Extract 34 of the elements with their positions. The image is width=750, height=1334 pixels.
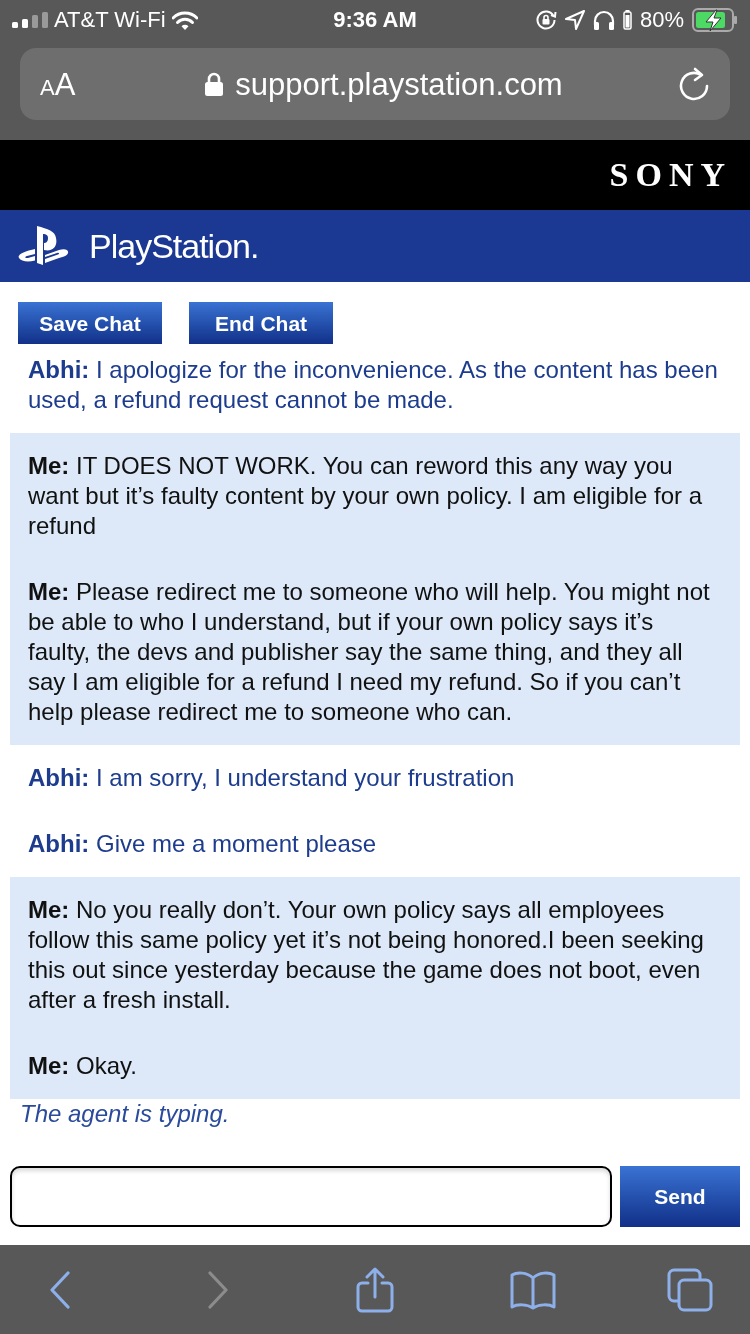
carrier-text: AT&T Wi-Fi <box>54 9 166 31</box>
headphones-icon <box>592 10 615 30</box>
location-arrow-icon <box>564 10 585 30</box>
tabs-icon <box>667 1267 713 1312</box>
typing-status-text: The agent is typing. <box>20 1099 230 1129</box>
message-input[interactable] <box>10 1166 612 1227</box>
open-book-icon <box>508 1269 557 1310</box>
wifi-icon <box>171 10 198 30</box>
reload-icon[interactable] <box>678 67 710 101</box>
user-message: Me: Please redirect me to someone who will help. You might not be able to who I understand, but if your own policy says it’s faulty, the devs and publisher say the same thing, and they all say I am eligible for a refund I need my refund. So if you can’t help please redirect me to someone who can. <box>28 577 711 727</box>
user-message: Me: IT DOES NOT WORK. You can reword this any way you want but it’s faulty content by your own policy. I am eligible for a refund <box>28 451 704 541</box>
agent-message: Abhi: I am sorry, I understand your frustration <box>28 763 516 793</box>
agent-message: Abhi: I apologize for the inconvenience. As the content has been used, a refund request cannot be made. <box>28 355 719 415</box>
text-size-button[interactable]: AA <box>40 68 100 100</box>
url-text: support.playstation.com <box>235 68 563 100</box>
battery-percent-text: 80% <box>639 9 684 31</box>
chevron-right-icon <box>206 1270 229 1309</box>
user-message: Me: No you really don’t. Your own policy says all employees follow this same policy yet it’s not being honored.I been seeking this out since yesterday because the game does not boot, even after a fresh install. <box>28 895 705 1015</box>
share-icon <box>355 1266 395 1313</box>
agent-message: Abhi: Give me a moment please <box>28 829 378 859</box>
battery-charging-icon <box>692 8 738 32</box>
send-button[interactable]: Send <box>620 1166 740 1227</box>
chevron-left-icon <box>49 1270 71 1309</box>
chat-action-button[interactable]: End Chat <box>189 302 333 344</box>
site-logo-text: PlayStation. <box>89 229 259 263</box>
lock-icon <box>205 72 224 96</box>
user-message: Me: Okay. <box>28 1051 138 1081</box>
chat-action-button[interactable]: Save Chat <box>18 302 162 344</box>
signal-icon <box>12 12 48 28</box>
address-bar[interactable]: AA support.playstation.com <box>20 48 730 120</box>
small-battery-icon <box>622 10 632 30</box>
time-text: 9:36 AM <box>333 9 417 31</box>
rotation-lock-icon <box>534 9 557 31</box>
brand-logo-text: SONY <box>609 158 732 192</box>
